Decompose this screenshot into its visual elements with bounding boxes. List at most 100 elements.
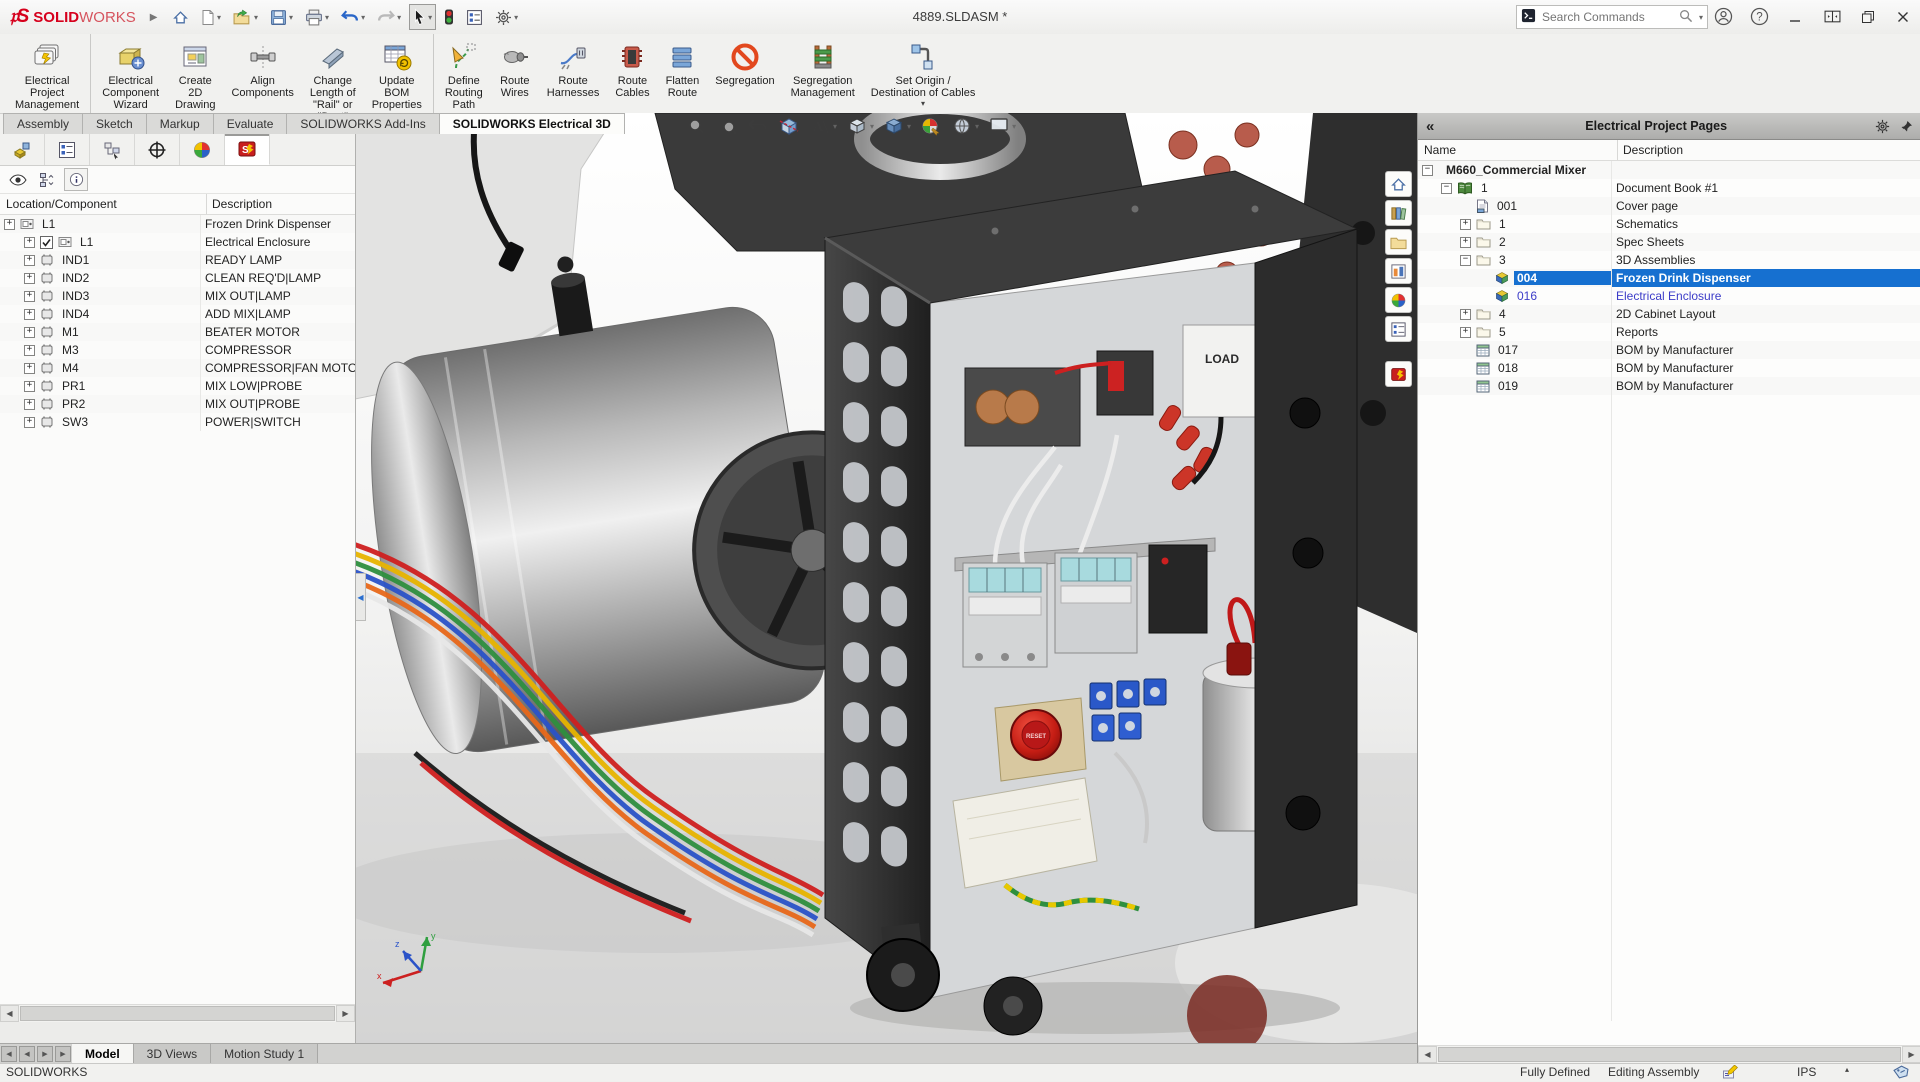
view-palette-tab[interactable] <box>1385 258 1412 284</box>
tree-item-name[interactable]: 5 <box>1496 325 1509 339</box>
tree-row-m4-compressor-fan-motor[interactable]: +M4COMPRESSOR|FAN MOTOR <box>0 359 355 377</box>
file-explorer-tab[interactable] <box>1385 229 1412 255</box>
3d-viewport[interactable]: LOAD RESET <box>355 113 1417 1043</box>
tree-item-description[interactable]: ADD MIX|LAMP <box>200 305 355 323</box>
tree-item-description[interactable]: Electrical Enclosure <box>1611 287 1920 305</box>
menu-expand-arrow-icon[interactable]: ▶ <box>150 12 158 23</box>
tree-item-description[interactable]: MIX OUT|LAMP <box>200 287 355 305</box>
tree-row-1-document-book-1[interactable]: − 1 Document Book #1 <box>1418 179 1920 197</box>
tab-scroll-first-button[interactable]: ◀ <box>1 1046 17 1062</box>
tree-item-description[interactable]: 2D Cabinet Layout <box>1611 305 1920 323</box>
ribbon-button-change-length-of[interactable]: Change Length of "Rail" or "Duct" <box>302 37 364 124</box>
tab-model[interactable]: Model <box>72 1044 134 1064</box>
ribbon-button-flatten-route[interactable]: Flatten Route <box>658 37 708 100</box>
open-button[interactable]: ▾ <box>229 5 262 30</box>
search-scope-caret-icon[interactable]: ▾ <box>1699 13 1703 22</box>
expand-toggle-icon[interactable]: − <box>1422 165 1433 176</box>
tree-item-name[interactable]: 018 <box>1495 361 1521 375</box>
tree-item-name[interactable]: M3 <box>59 343 82 357</box>
home-tab[interactable] <box>1385 171 1412 197</box>
search-icon[interactable] <box>1679 9 1693 26</box>
tab-solidworks-electrical-3d[interactable]: SOLIDWORKS Electrical 3D <box>439 113 625 134</box>
column-location-component[interactable]: Location/Component <box>0 194 207 214</box>
tree-row-pr1-mix-low-probe[interactable]: +PR1MIX LOW|PROBE <box>0 377 355 395</box>
expand-toggle-icon[interactable]: + <box>1460 309 1471 320</box>
tree-item-name[interactable]: PR2 <box>59 397 88 411</box>
tree-item-name[interactable]: 4 <box>1496 307 1509 321</box>
ribbon-button-route-harnesses[interactable]: Route Harnesses <box>539 37 608 100</box>
tree-item-description[interactable]: COMPRESSOR <box>200 341 355 359</box>
tag-icon[interactable] <box>1893 1065 1909 1082</box>
assembly-manager-tab-tab[interactable] <box>0 134 45 165</box>
ribbon-button-align-components[interactable]: Align Components <box>223 37 301 100</box>
expand-toggle-icon[interactable]: + <box>24 345 35 356</box>
expand-toggle-icon[interactable]: + <box>24 291 35 302</box>
edit-sheet-icon[interactable] <box>1722 1065 1739 1082</box>
tree-row-m3-compressor[interactable]: + M3 COMPRESSOR <box>0 341 355 359</box>
ribbon-button-update-bom[interactable]: Update BOM Properties <box>364 37 430 112</box>
tab-scroll-last-button[interactable]: ▶ <box>55 1046 71 1062</box>
electrical-tab-tab[interactable] <box>1385 361 1412 387</box>
zoom-to-fit-button[interactable] <box>685 115 707 137</box>
scroll-left-arrow-icon[interactable]: ◀ <box>1418 1046 1437 1063</box>
tree-item-description[interactable]: Frozen Drink Dispenser <box>200 215 355 233</box>
tree-item-description[interactable]: POWER|SWITCH <box>200 413 355 431</box>
tree-row-3-3d-assemblies[interactable]: −33D Assemblies <box>1418 251 1920 269</box>
tree-item-name[interactable]: 1 <box>1478 181 1491 195</box>
tree-row-ind1-ready-lamp[interactable]: +IND1READY LAMP <box>0 251 355 269</box>
expand-toggle-icon[interactable]: + <box>24 327 35 338</box>
tree-item-name[interactable]: IND2 <box>59 271 92 285</box>
scrollbar-thumb[interactable] <box>20 1006 335 1021</box>
apply-scene-button[interactable]: ▾ <box>951 115 979 137</box>
panel-splitter-handle[interactable]: ◀ <box>355 573 366 621</box>
tree-item-description[interactable]: BOM by Manufacturer <box>1611 377 1920 395</box>
expand-panes-button[interactable] <box>1815 0 1849 33</box>
column-description[interactable]: Description <box>1618 143 1920 157</box>
gear-icon[interactable] <box>1870 119 1895 134</box>
info-button[interactable] <box>64 168 88 191</box>
tree-item-description[interactable]: Cover page <box>1611 197 1920 215</box>
tree-item-name[interactable]: IND4 <box>59 307 92 321</box>
tab-markup[interactable]: Markup <box>146 113 214 134</box>
ribbon-button-set-origin-destination-of-cables[interactable]: Set Origin / Destination of Cables▾ <box>863 37 984 109</box>
minimize-button[interactable] <box>1778 0 1812 33</box>
tab-3d-views[interactable]: 3D Views <box>134 1044 211 1064</box>
tree-display-button[interactable] <box>35 168 59 191</box>
tree-item-name[interactable]: 004 <box>1514 271 1611 285</box>
print-button[interactable]: ▾ <box>301 5 333 30</box>
zoom-to-area-button[interactable] <box>716 115 738 137</box>
tree-item-description[interactable]: CLEAN REQ'D|LAMP <box>200 269 355 287</box>
expand-toggle-icon[interactable]: − <box>1441 183 1452 194</box>
dimxpert-manager-tab-tab[interactable] <box>135 134 180 165</box>
tree-row-ind4-add-mix-lamp[interactable]: +IND4ADD MIX|LAMP <box>0 305 355 323</box>
tab-scroll-next-button[interactable]: ▶ <box>37 1046 53 1062</box>
tree-item-description[interactable]: BEATER MOTOR <box>200 323 355 341</box>
scrollbar-thumb[interactable] <box>1438 1047 1901 1062</box>
user-account-button[interactable] <box>1706 0 1740 33</box>
ribbon-button-segregation[interactable]: Segregation <box>707 37 782 88</box>
expand-toggle-icon[interactable]: + <box>1460 237 1471 248</box>
ribbon-button-route-cables[interactable]: Route Cables <box>607 37 657 100</box>
expand-toggle-icon[interactable]: + <box>1460 327 1471 338</box>
design-library-tab[interactable] <box>1385 200 1412 226</box>
redo-button[interactable]: ▾ <box>373 5 405 29</box>
tree-item-description[interactable]: BOM by Manufacturer <box>1611 341 1920 359</box>
tree-item-name[interactable]: 019 <box>1495 379 1521 393</box>
expand-toggle-icon[interactable]: + <box>24 237 35 248</box>
select-cursor-button[interactable]: ▾ <box>409 4 436 30</box>
collapse-panel-icon[interactable]: « <box>1418 118 1442 135</box>
electrical-manager-tab-tab[interactable]: S <box>225 134 270 165</box>
ribbon-button-electrical-project[interactable]: Electrical Project Management <box>7 37 87 112</box>
expand-toggle-icon[interactable]: + <box>24 399 35 410</box>
tree-row-pr2-mix-out-probe[interactable]: +PR2MIX OUT|PROBE <box>0 395 355 413</box>
tree-item-name[interactable]: 017 <box>1495 343 1521 357</box>
custom-properties-tab[interactable] <box>1385 316 1412 342</box>
expand-toggle-icon[interactable]: + <box>24 381 35 392</box>
tree-item-description[interactable]: Document Book #1 <box>1611 179 1920 197</box>
status-units[interactable]: IPS <box>1797 1065 1816 1079</box>
tree-item-name[interactable]: M1 <box>59 325 82 339</box>
tree-row-017-bom-by-manufacturer[interactable]: 017 BOM by Manufacturer <box>1418 341 1920 359</box>
tree-item-name[interactable]: 016 <box>1514 289 1540 303</box>
section-view-button[interactable] <box>778 115 800 137</box>
help-button[interactable]: ? <box>1742 0 1776 33</box>
